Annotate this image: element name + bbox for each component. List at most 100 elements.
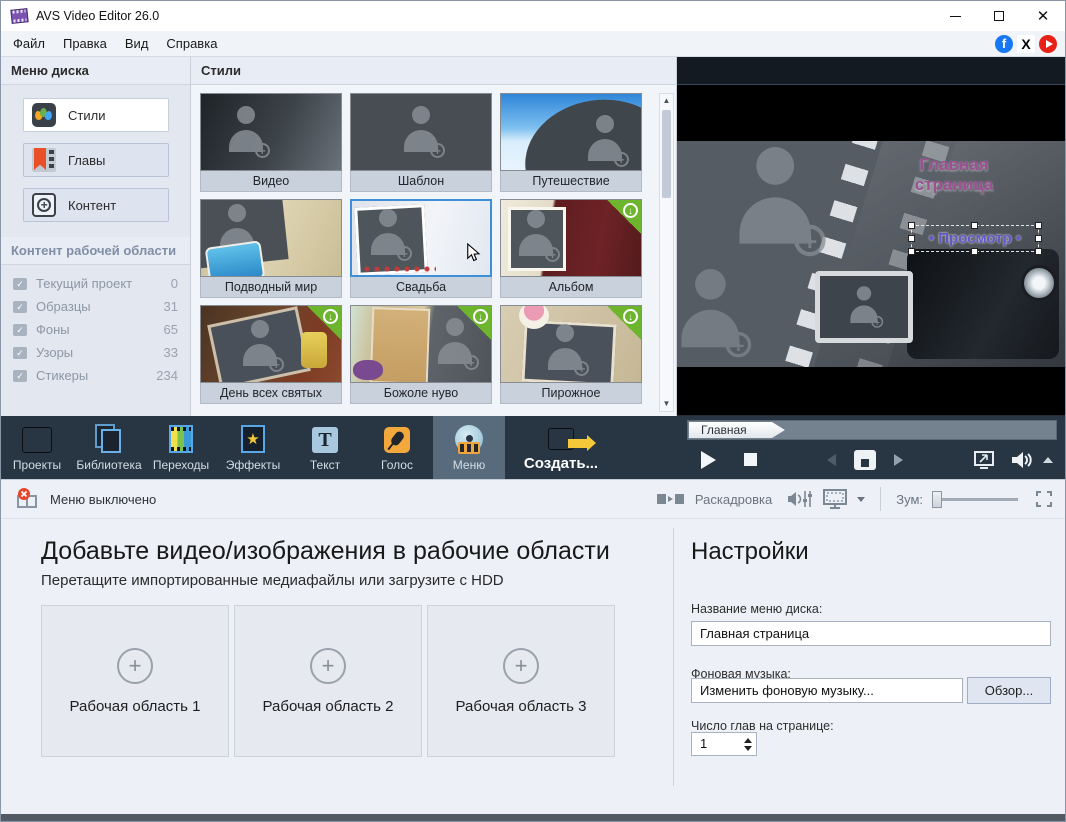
app-window: AVS Video Editor 26.0 ✕ Файл Правка Вид Спр… — [0, 0, 1066, 822]
toolbar-button-transitions[interactable]: Переходы — [145, 416, 217, 479]
tab-content-label: Контент — [68, 197, 117, 213]
person-placeholder-icon: + — [514, 210, 560, 263]
background-music-input[interactable] — [691, 678, 963, 703]
style-thumbnail: + — [350, 199, 492, 277]
download-badge-icon: ↓ — [307, 306, 341, 340]
status-bar: Меню выключено Раскадровка Зум: — [1, 479, 1065, 519]
zoom-slider[interactable] — [932, 490, 1018, 508]
add-plus-icon: + — [503, 647, 539, 684]
content-list-item[interactable]: ✓ Текущий проект 0 — [13, 272, 178, 295]
toolbar-button-create[interactable]: Создать... — [505, 416, 617, 479]
style-tile[interactable]: + Свадьба — [350, 199, 492, 298]
folder-check-icon: ✓ — [13, 346, 27, 359]
zoom-slider-handle[interactable] — [932, 490, 942, 508]
item-count: 234 — [156, 368, 178, 383]
style-tile[interactable]: + ↓ День всех святых — [200, 305, 342, 404]
toolbar-button-projects[interactable]: Проекты — [1, 416, 73, 479]
transport-controls — [687, 440, 1057, 479]
home-menu-button[interactable] — [854, 449, 876, 470]
monitor-icon[interactable] — [822, 488, 848, 510]
menu-item[interactable]: Правка — [54, 31, 116, 57]
preview-scene: + + + Главная страница • Просмотр • — [677, 141, 1065, 367]
disc-menu-panel: Меню диска Стили Главы + Контент Контент… — [1, 57, 191, 416]
toolbar-button-voice[interactable]: Голос — [361, 416, 433, 479]
main-top-area: Меню диска Стили Главы + Контент Контент… — [1, 57, 1065, 416]
volume-icon[interactable] — [1009, 449, 1035, 471]
style-tile[interactable]: + Подводный мир — [200, 199, 342, 298]
fit-screen-icon[interactable] — [1035, 490, 1053, 508]
workspace-dropzone[interactable]: + Рабочая область 3 — [427, 605, 615, 757]
chapters-count-stepper[interactable]: 1 — [691, 732, 757, 756]
style-tile-label: Путешествие — [500, 171, 642, 192]
next-chapter-button[interactable] — [894, 453, 903, 466]
youtube-icon[interactable] — [1039, 34, 1057, 53]
menu-item[interactable]: Вид — [116, 31, 158, 57]
style-tile-label: Пирожное — [500, 383, 642, 404]
stepper-down-icon[interactable] — [744, 745, 752, 751]
style-tile[interactable]: + ↓ Божоле нуво — [350, 305, 492, 404]
workspace-dropzone[interactable]: + Рабочая область 2 — [234, 605, 422, 757]
chapter-tab[interactable]: Главная — [689, 422, 785, 438]
maximize-button[interactable] — [977, 1, 1021, 31]
styles-scrollbar[interactable]: ▲ ▼ — [659, 93, 674, 412]
minimize-button[interactable] — [933, 1, 977, 31]
scrollbar-thumb[interactable] — [662, 110, 671, 198]
menu-item[interactable]: Файл — [4, 31, 54, 57]
toolbar-button-library[interactable]: Библиотека — [73, 416, 145, 479]
toolbar-button-text[interactable]: T Текст — [289, 416, 361, 479]
stepper-up-icon[interactable] — [744, 737, 752, 743]
transitions-icon — [169, 423, 193, 453]
audio-mixer-icon[interactable] — [787, 489, 813, 509]
fullscreen-icon[interactable] — [973, 450, 995, 470]
title-bar: AVS Video Editor 26.0 ✕ — [1, 1, 1065, 31]
scroll-up-icon[interactable]: ▲ — [660, 94, 673, 108]
scroll-down-icon[interactable]: ▼ — [660, 397, 673, 411]
volume-popup-caret-icon[interactable] — [1043, 456, 1053, 463]
content-list-item[interactable]: ✓ Фоны 65 — [13, 318, 178, 341]
stop-button[interactable] — [744, 453, 757, 466]
download-badge-icon: ↓ — [607, 200, 641, 234]
menu-title-text: Главная страница — [914, 155, 994, 195]
styles-icon — [32, 103, 56, 127]
toolbar-button-effects[interactable]: ★ Эффекты — [217, 416, 289, 479]
folder-check-icon: ✓ — [13, 369, 27, 382]
previous-chapter-button[interactable] — [827, 453, 836, 466]
disc-menu-name-input[interactable] — [691, 621, 1051, 646]
browse-button[interactable]: Обзор... — [967, 677, 1051, 704]
style-tile[interactable]: + Шаблон — [350, 93, 492, 192]
menu-status-label: Меню выключено — [50, 491, 157, 507]
add-plus-icon: + — [310, 647, 346, 684]
zoom-label: Зум: — [896, 491, 923, 507]
facebook-icon[interactable]: f — [995, 34, 1013, 53]
person-placeholder-icon: + — [366, 209, 412, 262]
tab-content[interactable]: + Контент — [23, 188, 169, 222]
style-thumbnail: + ↓ — [500, 199, 642, 277]
style-tile-label: Божоле нуво — [350, 383, 492, 404]
workspace-content-header: Контент рабочей области — [1, 237, 190, 265]
style-tile[interactable]: + ↓ Альбом — [500, 199, 642, 298]
monitor-dropdown-caret-icon[interactable] — [857, 496, 866, 502]
disc-menu-header: Меню диска — [1, 57, 190, 85]
style-tile[interactable]: + ↓ Пирожное — [500, 305, 642, 404]
workspace-dropzone[interactable]: + Рабочая область 1 — [41, 605, 229, 757]
menu-item[interactable]: Справка — [157, 31, 226, 57]
tab-styles[interactable]: Стили — [23, 98, 169, 132]
style-tile[interactable]: + Видео — [200, 93, 342, 192]
style-tile[interactable]: + Путешествие — [500, 93, 642, 192]
tab-chapters-label: Главы — [68, 152, 106, 168]
disc-menu-tabs: Стили Главы + Контент — [1, 85, 190, 237]
content-list-item[interactable]: ✓ Образцы 31 — [13, 295, 178, 318]
x-twitter-icon[interactable]: X — [1017, 34, 1035, 53]
main-toolbar: Проекты Библиотека Переходы ★ Эффекты T … — [1, 416, 1065, 479]
content-list-item[interactable]: ✓ Стикеры 234 — [13, 364, 178, 387]
close-button[interactable]: ✕ — [1021, 1, 1065, 31]
bottom-work-area: Добавьте видео/изображения в рабочие обл… — [1, 520, 1065, 814]
style-tile-label: Подводный мир — [200, 277, 342, 298]
content-list-item[interactable]: ✓ Узоры 33 — [13, 341, 178, 364]
selected-text-object[interactable]: • Просмотр • — [908, 222, 1042, 255]
style-thumbnail: + ↓ — [350, 305, 492, 383]
tab-chapters[interactable]: Главы — [23, 143, 169, 177]
toolbar-button-menu[interactable]: Меню — [433, 416, 505, 479]
storyboard-icon[interactable] — [656, 492, 686, 506]
play-button[interactable] — [701, 450, 716, 469]
